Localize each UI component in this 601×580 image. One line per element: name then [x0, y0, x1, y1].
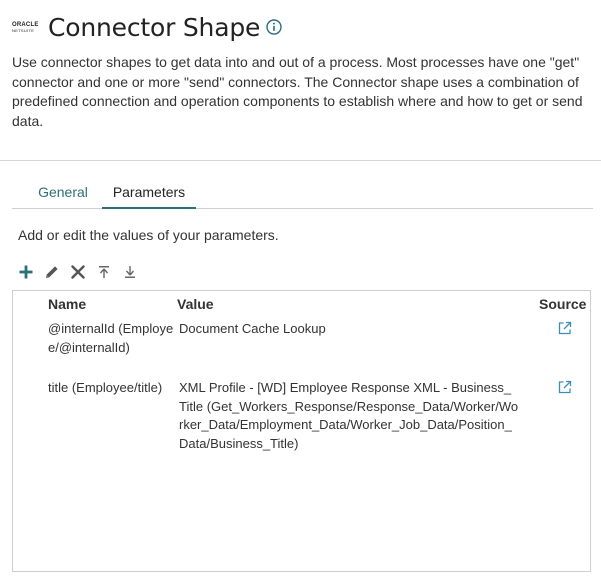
table-row[interactable]: @internalId (Employee/@internalId) Docum…	[13, 320, 590, 378]
tab-general[interactable]: General	[30, 178, 96, 209]
table-row[interactable]: title (Employee/title) XML Profile - [WD…	[13, 379, 590, 475]
section-divider	[0, 160, 601, 161]
tab-parameters[interactable]: Parameters	[102, 178, 196, 209]
move-to-top-icon[interactable]	[95, 262, 113, 282]
open-external-icon[interactable]	[557, 320, 573, 336]
page-header: ORACLE NETSUITE Connector Shape	[12, 10, 282, 44]
logo-netsuite-text: NETSUITE	[12, 27, 35, 33]
column-header-value[interactable]: Value	[177, 296, 214, 312]
info-icon[interactable]	[266, 19, 282, 35]
parameters-table: Name Value Source @internalId (Employee/…	[12, 290, 591, 572]
edit-icon[interactable]	[43, 262, 61, 282]
column-header-source[interactable]: Source	[539, 296, 586, 312]
parameter-name: @internalId (Employee/@internalId)	[48, 321, 174, 355]
delete-icon[interactable]	[69, 262, 87, 282]
parameter-value: XML Profile - [WD] Employee Response XML…	[179, 380, 519, 451]
column-header-name[interactable]: Name	[48, 296, 86, 312]
tab-bar: General Parameters	[12, 178, 593, 209]
parameter-name: title (Employee/title)	[48, 380, 163, 395]
parameters-hint: Add or edit the values of your parameter…	[18, 227, 279, 243]
open-external-icon[interactable]	[557, 379, 573, 395]
logo-oracle-text: ORACLE	[12, 21, 39, 28]
add-icon[interactable]	[17, 262, 35, 282]
oracle-netsuite-logo: ORACLE NETSUITE	[12, 22, 44, 33]
parameters-toolbar	[17, 262, 147, 282]
shape-description: Use connector shapes to get data into an…	[12, 54, 583, 129]
parameter-value: Document Cache Lookup	[179, 321, 326, 336]
move-to-bottom-icon[interactable]	[121, 262, 139, 282]
page-title: Connector Shape	[48, 12, 261, 42]
